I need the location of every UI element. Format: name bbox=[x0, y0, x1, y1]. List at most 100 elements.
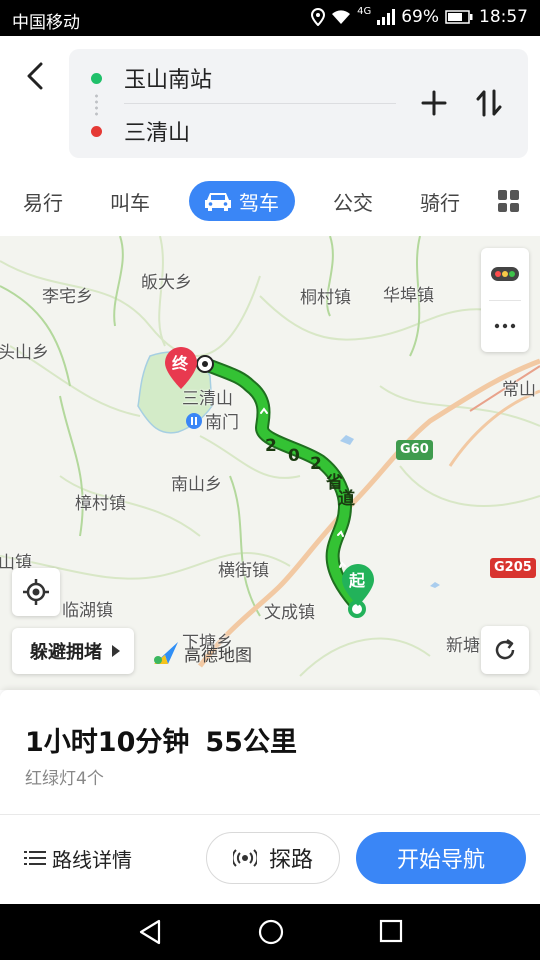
tab-label: 易行 bbox=[23, 190, 63, 215]
tab-jiaoche[interactable]: 叫车 bbox=[110, 178, 150, 224]
status-icons: 4G 69% 18:57 bbox=[311, 5, 528, 27]
nav-back-button[interactable] bbox=[138, 918, 162, 950]
route-summary: 1小时10分钟 55公里 bbox=[25, 720, 297, 759]
place-label: 文成镇 bbox=[264, 603, 315, 623]
clock: 18:57 bbox=[479, 7, 528, 27]
tab-bike[interactable]: 骑行 bbox=[420, 178, 460, 224]
tab-bus[interactable]: 公交 bbox=[333, 178, 373, 224]
add-waypoint-button[interactable] bbox=[417, 83, 451, 123]
broadcast-icon bbox=[232, 849, 257, 867]
road-label-char: 2 bbox=[265, 436, 277, 456]
place-label: 樟村镇 bbox=[75, 494, 126, 514]
highway-badge-g60: G60 bbox=[396, 440, 433, 460]
destination-name: 三清山 bbox=[124, 121, 191, 146]
swap-vertical-icon bbox=[476, 89, 502, 117]
triangle-back-icon bbox=[139, 919, 161, 945]
place-label: 头山乡 bbox=[0, 343, 49, 363]
origin-marker[interactable]: 起 bbox=[341, 563, 375, 607]
highway-badge-g205: G205 bbox=[490, 558, 536, 578]
poi-label: 南门 bbox=[205, 413, 239, 433]
location-icon bbox=[311, 8, 326, 26]
traffic-light-icon bbox=[491, 267, 519, 281]
refresh-button[interactable] bbox=[481, 626, 529, 674]
road-label-char: 0 bbox=[288, 446, 300, 466]
avoid-congestion-button[interactable]: 躲避拥堵 bbox=[12, 628, 134, 674]
traffic-toggle-button[interactable] bbox=[481, 248, 529, 300]
circle-home-icon bbox=[258, 919, 284, 945]
divider bbox=[124, 103, 396, 104]
destination-field[interactable]: 三清山 bbox=[69, 111, 399, 151]
origin-name: 玉山南站 bbox=[124, 68, 213, 93]
place-label: 南山乡 bbox=[171, 475, 222, 495]
wifi-icon bbox=[332, 10, 351, 24]
road-label-char: 道 bbox=[338, 489, 355, 509]
distance: 55公里 bbox=[205, 727, 297, 758]
nav-recents-button[interactable] bbox=[378, 918, 404, 948]
explore-route-button[interactable]: 探路 bbox=[206, 832, 340, 884]
route-details-button[interactable]: 路线详情 bbox=[24, 838, 132, 878]
navigate-label: 开始导航 bbox=[396, 848, 485, 873]
place-label: 常山 bbox=[502, 380, 536, 400]
traffic-light-count: 红绿灯4个 bbox=[25, 769, 104, 789]
transport-tabs: 易行 叫车 驾车 公交 骑行 bbox=[0, 178, 540, 224]
destination-dot bbox=[91, 125, 102, 137]
place-label: 皈大乡 bbox=[141, 273, 192, 293]
status-bar: 中国移动 4G 69% 18:57 bbox=[0, 0, 540, 36]
locate-button[interactable] bbox=[12, 568, 60, 616]
route-header: 玉山南站 三清山 易行 叫车 驾车 公交 骑行 bbox=[0, 36, 540, 236]
place-label: 临湖镇 bbox=[62, 601, 113, 621]
battery-icon bbox=[445, 10, 473, 24]
brand-logo: 高德地图 bbox=[152, 640, 252, 666]
system-nav-bar bbox=[0, 904, 540, 960]
back-button[interactable] bbox=[18, 56, 52, 96]
avoid-label: 躲避拥堵 bbox=[30, 642, 102, 663]
duration: 1小时10分钟 bbox=[25, 727, 190, 758]
locate-crosshair-icon bbox=[23, 579, 49, 605]
more-options-button[interactable] bbox=[481, 300, 529, 352]
start-navigation-button[interactable]: 开始导航 bbox=[356, 832, 526, 884]
origin-dot bbox=[91, 72, 102, 84]
car-icon bbox=[205, 193, 231, 211]
place-label: 横街镇 bbox=[218, 561, 269, 581]
chevron-left-icon bbox=[27, 62, 43, 90]
destination-marker[interactable]: 终 bbox=[164, 346, 198, 390]
explore-label: 探路 bbox=[268, 848, 313, 873]
caret-right-icon bbox=[112, 645, 120, 657]
place-label: 新塘 bbox=[446, 636, 480, 656]
nav-home-button[interactable] bbox=[257, 918, 285, 950]
brand-text: 高德地图 bbox=[184, 645, 252, 666]
poi-nanmen: 南门 bbox=[186, 408, 239, 433]
tab-label: 骑行 bbox=[420, 190, 460, 215]
route-summary-panel: 1小时10分钟 55公里 红绿灯4个 路线详情 探路 开始导航 bbox=[0, 690, 540, 904]
plus-icon bbox=[421, 90, 447, 116]
square-recents-icon bbox=[379, 919, 403, 943]
route-input-card: 玉山南站 三清山 bbox=[69, 49, 528, 158]
swap-button[interactable] bbox=[471, 83, 507, 123]
origin-field[interactable]: 玉山南站 bbox=[69, 58, 399, 98]
ellipsis-icon bbox=[494, 323, 516, 329]
tab-label: 叫车 bbox=[110, 190, 150, 215]
marker-text: 终 bbox=[172, 354, 189, 373]
details-label: 路线详情 bbox=[52, 847, 132, 872]
amap-logo-icon bbox=[154, 642, 178, 664]
refresh-icon bbox=[495, 638, 515, 660]
poi-icon bbox=[186, 412, 202, 429]
place-label: 桐村镇 bbox=[300, 288, 351, 308]
carrier-name: 中国移动 bbox=[12, 13, 80, 33]
battery-percent: 69% bbox=[401, 7, 439, 27]
network-type: 4G bbox=[357, 5, 372, 17]
map-view[interactable]: 李宅乡 皈大乡 桐村镇 华埠镇 头山乡 常山 三清山 南门 南山乡 樟村镇 横街… bbox=[0, 236, 540, 690]
marker-text: 起 bbox=[349, 571, 366, 590]
place-label: 华埠镇 bbox=[383, 286, 434, 306]
place-label: 李宅乡 bbox=[42, 287, 93, 307]
tab-yixing[interactable]: 易行 bbox=[23, 178, 63, 224]
road-label-char: 2 bbox=[310, 454, 322, 474]
more-tabs-grid-icon[interactable] bbox=[498, 190, 520, 212]
map-controls bbox=[481, 248, 529, 352]
signal-icon bbox=[377, 9, 396, 25]
divider bbox=[0, 814, 540, 815]
tab-label: 公交 bbox=[333, 190, 373, 215]
tab-label: 驾车 bbox=[239, 190, 279, 215]
tab-drive[interactable]: 驾车 bbox=[189, 181, 295, 221]
list-icon bbox=[24, 851, 46, 865]
